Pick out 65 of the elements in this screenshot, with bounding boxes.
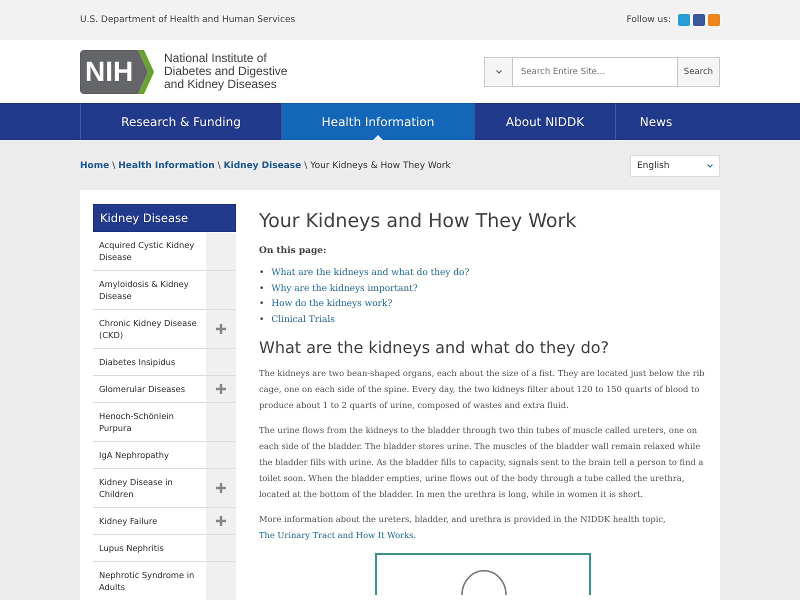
sidebar-item[interactable]: Glomerular Diseases <box>93 376 206 402</box>
expand-toggle[interactable] <box>206 535 236 561</box>
sidebar-item[interactable]: Amyloidosis & Kidney Disease <box>93 271 206 309</box>
sidebar-item[interactable]: Kidney Disease in Children <box>93 469 206 507</box>
toc-link[interactable]: Clinical Trials <box>271 312 335 328</box>
breadcrumb-current: Your Kidneys & How They Work <box>310 161 451 171</box>
search-field[interactable]: Search Entire Site... Search <box>484 56 720 86</box>
plus-icon <box>216 384 226 394</box>
nav-tab[interactable]: About NIDDK <box>474 103 615 140</box>
sidebar-item[interactable]: Henoch-Schönlein Purpura <box>93 403 206 441</box>
sidebar-item[interactable]: Lupus Nephritis <box>93 535 206 561</box>
organization-name: National Institute of <box>164 52 268 65</box>
nav-tab[interactable]: Health Information <box>281 103 474 140</box>
follow-label: Follow us: <box>626 15 671 25</box>
list-bullet: • <box>259 282 264 296</box>
breadcrumb-separator: \ <box>304 161 308 171</box>
plus-icon <box>216 483 226 493</box>
paragraph: The urine flows from the kidneys to the bladder through two thin tubes of muscle called ureters, one on each side of the bladder. The bladder stores urine. The muscles of the bladder wall remain relaxed while the bladder fills with urine. As the bladder fills to capacity, signals sent to the brain tell a person to find a toilet soon. When the bladder empties, urine flows out of the body through a tube called the urethra, located at the bottom of the bladder. In men the urethra is long, while in women it is short. <box>259 424 704 501</box>
sidebar-item[interactable]: Acquired Cystic Kidney Disease <box>93 232 206 270</box>
list-bullet: • <box>259 267 264 280</box>
plus-icon <box>216 516 226 526</box>
sidebar-item[interactable]: Kidney Failure <box>93 508 206 534</box>
breadcrumb-separator: \ <box>112 161 116 171</box>
chevron-icon <box>132 50 154 94</box>
breadcrumb-separator: \ <box>218 161 221 171</box>
organization-name: Diabetes and Digestive <box>164 65 288 78</box>
expand-toggle[interactable] <box>206 562 236 600</box>
language-select[interactable]: English <box>630 155 720 177</box>
sidebar-item[interactable]: Diabetes Insipidus <box>93 349 206 375</box>
sidebar-item[interactable]: IgA Nephropathy <box>93 442 206 468</box>
page-title: Your Kidneys and How They Work <box>259 210 578 232</box>
expand-toggle[interactable] <box>206 271 236 309</box>
list-bullet: • <box>259 298 264 311</box>
paragraph: More information about the ureters, bladder, and urethra is provided in the NIDDK health topic, The Urinary Tract and How It Works. <box>259 513 667 542</box>
search-button[interactable]: Search <box>676 58 719 86</box>
expand-toggle[interactable] <box>206 349 236 375</box>
expand-toggle[interactable] <box>206 508 236 534</box>
sidebar-item[interactable]: Chronic Kidney Disease (CKD) <box>93 310 206 348</box>
expand-toggle[interactable] <box>206 469 236 507</box>
logo-link[interactable]: NIH <box>80 50 154 94</box>
nav-tab[interactable]: News <box>615 103 696 140</box>
agency-name: U.S. Department of Health and Human Services <box>80 15 296 25</box>
sidebar-item[interactable]: Nephrotic Syndrome in Adults <box>93 562 206 600</box>
toc-link[interactable]: What are the kidneys and what do they do? <box>271 266 470 282</box>
dropdown-button[interactable] <box>485 58 513 86</box>
toc-link[interactable]: How do the kidneys work? <box>271 297 392 312</box>
breadcrumb-link[interactable]: Health Information <box>118 161 215 171</box>
caret-icon <box>496 70 502 74</box>
toc-label: On this page: <box>259 246 328 256</box>
plus-icon <box>216 324 226 334</box>
expand-toggle[interactable] <box>206 232 236 270</box>
organization-name: and Kidney Diseases <box>164 78 277 91</box>
breadcrumb-link[interactable]: Home <box>80 161 110 171</box>
paragraph: The kidneys are two bean-shaped organs, each about the size of a fist. They are located just below the rib cage, one on each side of the spine. Every day, the two kidneys filter about 120 to 150 quarts of blood to produce about 1 to 2 quarts of urine, composed of wastes and extra fluid. <box>259 367 706 412</box>
sidebar-title: Kidney Disease <box>93 204 236 232</box>
expand-toggle[interactable] <box>206 310 236 348</box>
caret-icon <box>707 164 713 168</box>
breadcrumb-link[interactable]: Kidney Disease <box>224 161 302 171</box>
expand-toggle[interactable] <box>206 403 236 441</box>
toc-link[interactable]: Why are the kidneys important? <box>271 282 418 297</box>
expand-toggle[interactable] <box>206 376 236 402</box>
list-bullet: • <box>259 314 264 326</box>
section-heading: What are the kidneys and what do they do? <box>259 338 610 357</box>
expand-toggle[interactable] <box>206 442 236 468</box>
topic-link[interactable]: The Urinary Tract and How It Works <box>259 530 414 540</box>
